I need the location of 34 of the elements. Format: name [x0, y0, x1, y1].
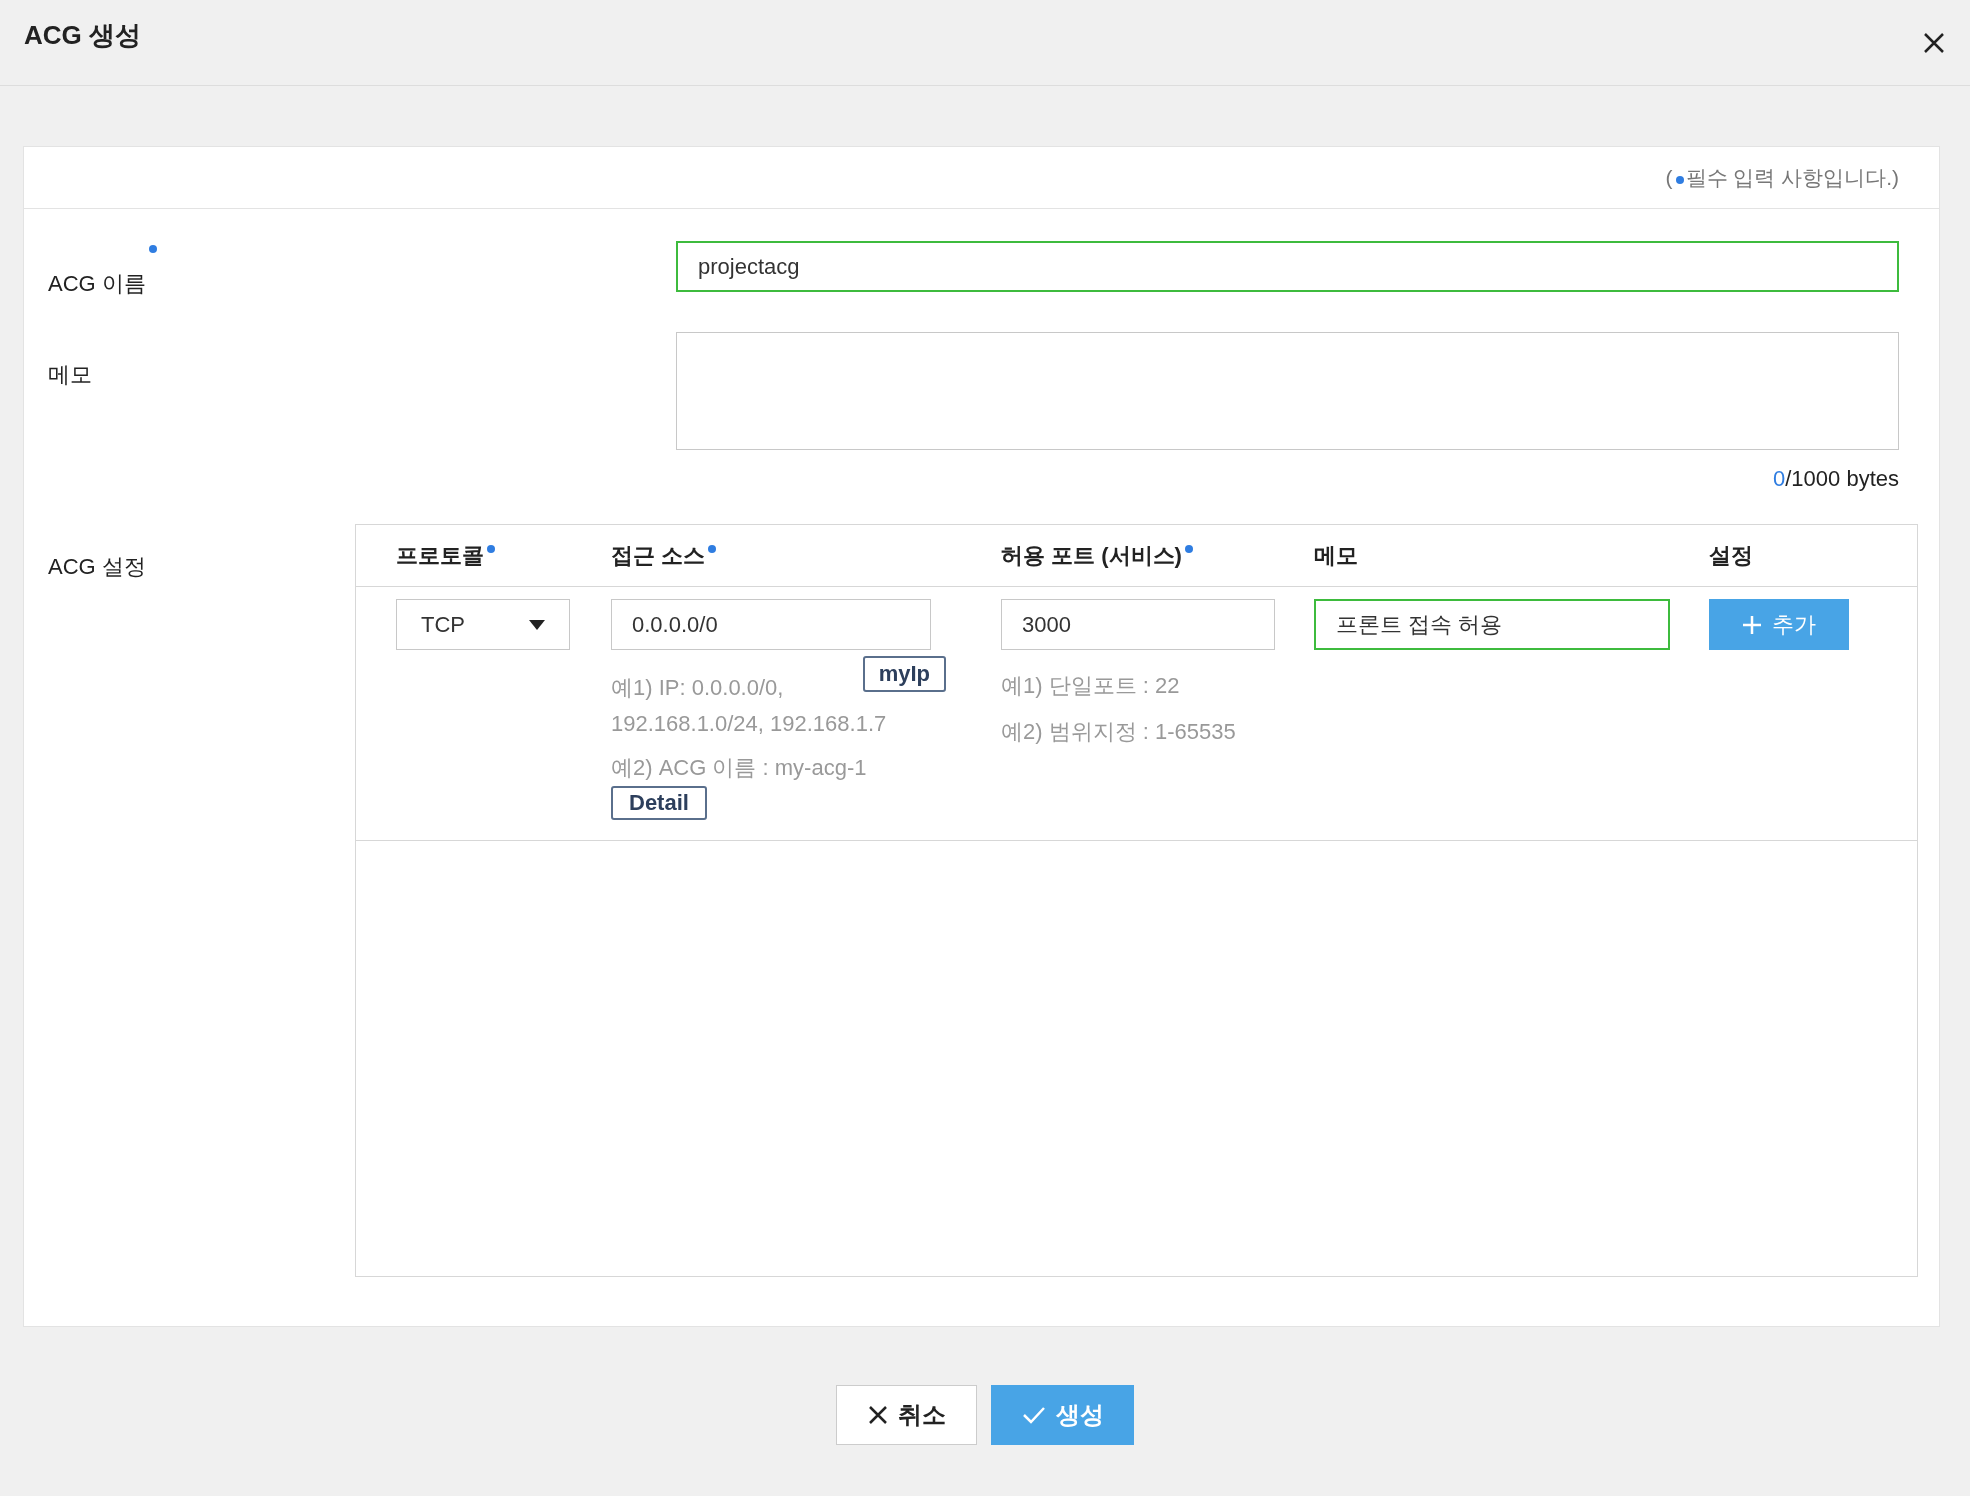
byte-count: 0 — [1773, 466, 1786, 491]
cancel-button[interactable]: 취소 — [836, 1385, 977, 1445]
column-header: 프로토콜 — [396, 542, 484, 568]
check-icon — [1021, 1406, 1046, 1424]
protocol-select[interactable]: TCP — [396, 599, 570, 650]
note-paren: ( — [1665, 165, 1673, 190]
field-value: projectacg — [698, 253, 800, 280]
hint-text: 예1) IP: 0.0.0.0/0, — [611, 674, 784, 702]
required-note: 필수 입력 사항입니다.) — [1685, 164, 1899, 191]
close-icon[interactable] — [1922, 30, 1946, 55]
plus-icon — [1742, 614, 1762, 635]
byte-limit: /1000 bytes — [1785, 466, 1899, 491]
field-label: 메모 — [48, 361, 92, 389]
port-field[interactable]: 3000 — [1001, 599, 1275, 650]
dialog-title: ACG 생성 — [24, 19, 141, 52]
hint-text: 예2) ACG 이름 : my-acg-1 — [611, 754, 868, 782]
hint-text: 예2) 범위지정 : 1-65535 — [1001, 718, 1237, 746]
memo-field[interactable] — [676, 332, 1899, 450]
source-field[interactable]: 0.0.0.0/0 — [611, 599, 931, 650]
column-header: 허용 포트 (서비스) — [1001, 542, 1182, 568]
my-ip-button[interactable]: myIp — [862, 656, 946, 692]
caret-icon — [529, 619, 545, 630]
column-header: 접근 소스 — [611, 542, 706, 568]
close-icon — [867, 1405, 888, 1425]
field-label: ACG 이름 — [48, 270, 146, 298]
name-field[interactable]: projectacg — [676, 241, 1899, 292]
memo-field[interactable]: 프론트 접속 허용 — [1314, 599, 1670, 650]
required-dot — [1675, 175, 1684, 184]
hint-text: 192.168.1.0/24, 192.168.1.7 — [611, 710, 888, 738]
hint-text: 예1) 단일포트 : 22 — [1001, 672, 1181, 700]
column-header: 메모 — [1314, 542, 1358, 568]
detail-button[interactable]: Detail — [611, 786, 707, 820]
column-header: 설정 — [1709, 542, 1753, 568]
field-label: ACG 설정 — [48, 553, 147, 581]
